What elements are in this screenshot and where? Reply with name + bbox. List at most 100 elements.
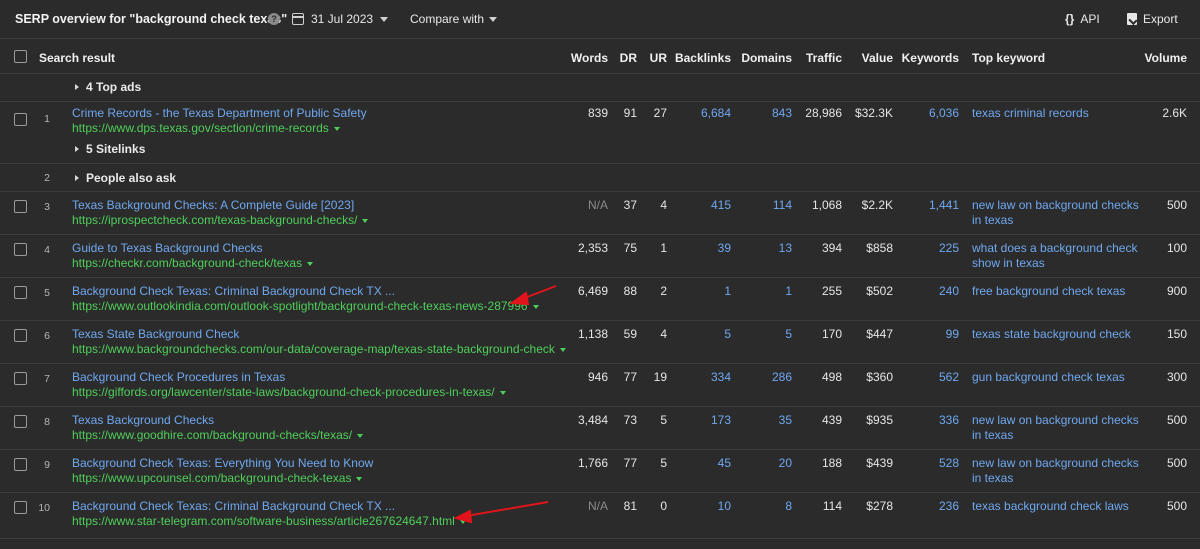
- top-ads-expander[interactable]: 4 Top ads: [75, 80, 141, 94]
- col-ur[interactable]: UR: [650, 51, 667, 65]
- top-keyword-link[interactable]: free background check texas: [972, 284, 1125, 299]
- dropdown-caret-icon[interactable]: [532, 304, 539, 309]
- keywords-link[interactable]: 6,036: [929, 106, 959, 120]
- top-keyword-link[interactable]: new law on background checks in texas: [972, 198, 1139, 228]
- top-keyword-link[interactable]: texas criminal records: [972, 106, 1089, 121]
- result-title-link[interactable]: Background Check Procedures in Texas: [72, 370, 285, 384]
- people-also-ask-expander[interactable]: People also ask: [75, 171, 176, 185]
- backlinks-link[interactable]: 45: [718, 456, 731, 470]
- top-keyword-link[interactable]: what does a background check show in texa…: [972, 241, 1137, 271]
- top-ads-row[interactable]: 4 Top ads: [0, 74, 1200, 102]
- result-title-link[interactable]: Crime Records - the Texas Department of …: [72, 106, 367, 120]
- result-title-link[interactable]: Texas Background Checks: A Complete Guid…: [72, 198, 354, 212]
- keywords-link[interactable]: 336: [939, 413, 959, 427]
- top-keyword-link[interactable]: texas state background check: [972, 327, 1131, 342]
- domains-link[interactable]: 286: [772, 370, 792, 384]
- col-search-result[interactable]: Search result: [39, 51, 115, 65]
- result-url-text: https://www.upcounsel.com/background-che…: [72, 471, 352, 485]
- result-url[interactable]: https://www.goodhire.com/background-chec…: [72, 428, 364, 442]
- dropdown-caret-icon[interactable]: [499, 390, 506, 395]
- row-checkbox[interactable]: [14, 113, 27, 126]
- dropdown-caret-icon[interactable]: [307, 261, 314, 266]
- row-checkbox[interactable]: [14, 286, 27, 299]
- keywords-link[interactable]: 236: [939, 499, 959, 513]
- result-title-link[interactable]: Background Check Texas: Criminal Backgro…: [72, 284, 395, 298]
- dropdown-caret-icon[interactable]: [333, 126, 340, 131]
- domains-link[interactable]: 8: [785, 499, 792, 513]
- api-button[interactable]: {} API: [1065, 12, 1100, 26]
- col-value[interactable]: Value: [862, 51, 893, 65]
- value-value: $502: [866, 284, 893, 298]
- col-keywords[interactable]: Keywords: [902, 51, 959, 65]
- domains-link[interactable]: 20: [779, 456, 792, 470]
- row-checkbox[interactable]: [14, 372, 27, 385]
- result-url[interactable]: https://www.upcounsel.com/background-che…: [72, 471, 363, 485]
- col-domains[interactable]: Domains: [741, 51, 792, 65]
- top-keyword-link[interactable]: new law on background checks in texas: [972, 456, 1139, 486]
- dropdown-caret-icon[interactable]: [559, 347, 566, 352]
- col-top-keyword[interactable]: Top keyword: [972, 51, 1045, 65]
- date-selector[interactable]: 31 Jul 2023: [292, 12, 389, 26]
- domains-link[interactable]: 1: [785, 284, 792, 298]
- result-title-link[interactable]: Background Check Texas: Everything You N…: [72, 456, 373, 470]
- top-keyword-link[interactable]: gun background check texas: [972, 370, 1125, 385]
- col-volume[interactable]: Volume: [1145, 51, 1187, 65]
- people-also-ask-row[interactable]: 2 People also ask: [0, 164, 1200, 192]
- export-button[interactable]: Export: [1127, 12, 1178, 26]
- domains-link[interactable]: 13: [779, 241, 792, 255]
- domains-link[interactable]: 5: [785, 327, 792, 341]
- domains-link[interactable]: 35: [779, 413, 792, 427]
- backlinks-link[interactable]: 10: [718, 499, 731, 513]
- backlinks-link[interactable]: 1: [724, 284, 731, 298]
- col-traffic[interactable]: Traffic: [806, 51, 842, 65]
- compare-with-dropdown[interactable]: Compare with: [410, 12, 498, 26]
- domains-link[interactable]: 843: [772, 106, 792, 120]
- keywords-link[interactable]: 1,441: [929, 198, 959, 212]
- keywords-link[interactable]: 562: [939, 370, 959, 384]
- sitelinks-expander[interactable]: 5 Sitelinks: [75, 142, 145, 156]
- result-url[interactable]: https://www.dps.texas.gov/section/crime-…: [72, 121, 340, 135]
- backlinks-link[interactable]: 173: [711, 413, 731, 427]
- row-checkbox[interactable]: [14, 243, 27, 256]
- keywords-link[interactable]: 240: [939, 284, 959, 298]
- keywords-link[interactable]: 99: [946, 327, 959, 341]
- top-keyword-link[interactable]: new law on background checks in texas: [972, 413, 1139, 443]
- result-title-link[interactable]: Texas Background Checks: [72, 413, 214, 427]
- backlinks-link[interactable]: 6,684: [701, 106, 731, 120]
- result-title-link[interactable]: Guide to Texas Background Checks: [72, 241, 263, 255]
- backlinks-link[interactable]: 39: [718, 241, 731, 255]
- col-words[interactable]: Words: [571, 51, 608, 65]
- dropdown-caret-icon[interactable]: [362, 218, 369, 223]
- result-url[interactable]: https://checkr.com/background-check/texa…: [72, 256, 314, 270]
- col-dr[interactable]: DR: [620, 51, 637, 65]
- table-row: 8 Texas Background Checks https://www.good…: [0, 407, 1200, 450]
- table-row: 4 Guide to Texas Background Checks https:/…: [0, 235, 1200, 278]
- backlinks-link[interactable]: 5: [724, 327, 731, 341]
- top-keyword-link[interactable]: texas background check laws: [972, 499, 1129, 514]
- col-backlinks[interactable]: Backlinks: [675, 51, 731, 65]
- dropdown-caret-icon[interactable]: [356, 476, 363, 481]
- keywords-link[interactable]: 225: [939, 241, 959, 255]
- result-url[interactable]: https://giffords.org/lawcenter/state-law…: [72, 385, 506, 399]
- result-url[interactable]: https://www.backgroundchecks.com/our-dat…: [72, 342, 566, 356]
- top-keyword-line: gun background check texas: [972, 370, 1125, 384]
- select-all-checkbox[interactable]: [14, 50, 27, 63]
- result-title-link[interactable]: Texas State Background Check: [72, 327, 239, 341]
- backlinks-link[interactable]: 334: [711, 370, 731, 384]
- domains-link[interactable]: 114: [773, 198, 792, 212]
- backlinks-link[interactable]: 415: [711, 198, 731, 212]
- dropdown-caret-icon[interactable]: [357, 433, 364, 438]
- row-checkbox[interactable]: [14, 458, 27, 471]
- result-url-text: https://www.goodhire.com/background-chec…: [72, 428, 353, 442]
- row-checkbox[interactable]: [14, 200, 27, 213]
- result-url[interactable]: https://www.star-telegram.com/software-b…: [72, 514, 466, 528]
- result-url[interactable]: https://www.outlookindia.com/outlook-spo…: [72, 299, 539, 313]
- dropdown-caret-icon[interactable]: [459, 519, 466, 524]
- keywords-link[interactable]: 528: [939, 456, 959, 470]
- row-checkbox[interactable]: [14, 501, 27, 514]
- row-checkbox[interactable]: [14, 329, 27, 342]
- row-checkbox[interactable]: [14, 415, 27, 428]
- result-url[interactable]: https://iprospectcheck.com/texas-backgro…: [72, 213, 369, 227]
- help-icon[interactable]: ?: [268, 13, 280, 25]
- result-title-link[interactable]: Background Check Texas: Criminal Backgro…: [72, 499, 395, 513]
